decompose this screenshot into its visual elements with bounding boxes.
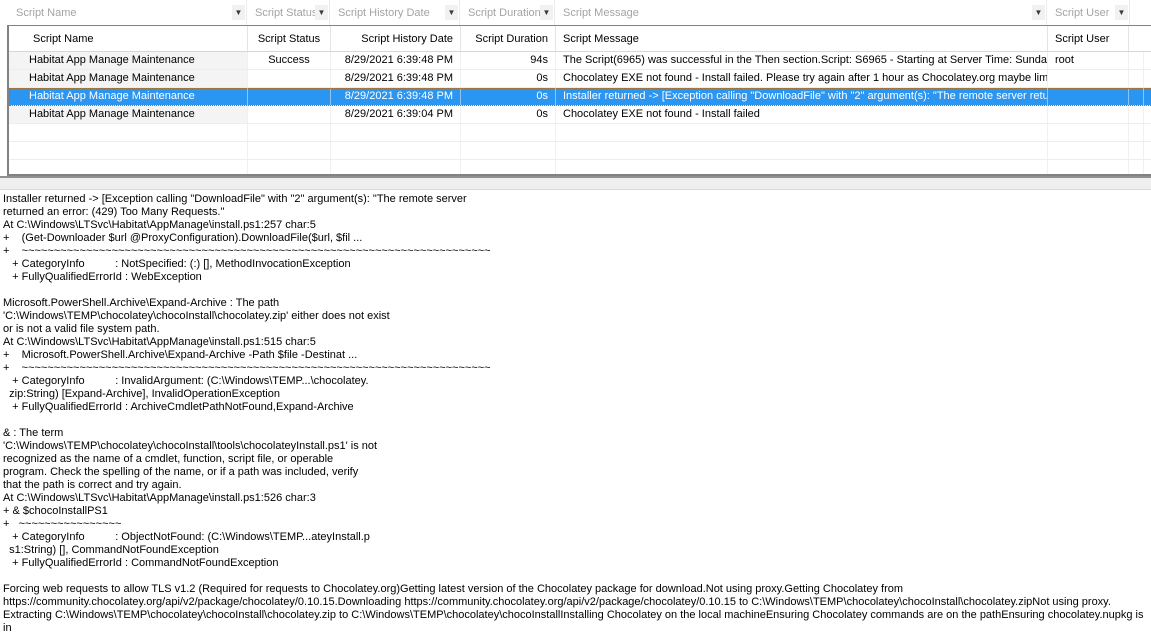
cell-script-name[interactable]: Habitat App Manage Maintenance xyxy=(9,52,248,69)
filter-script-duration[interactable]: Script Duration ▼ xyxy=(460,0,555,25)
chevron-down-icon[interactable]: ▼ xyxy=(540,5,553,20)
chevron-down-icon[interactable]: ▼ xyxy=(445,5,458,20)
cell-script-message[interactable]: Installer returned -> [Exception calling… xyxy=(556,88,1048,105)
cell-script-status[interactable] xyxy=(248,70,331,87)
column-header-script-message[interactable]: Script Message xyxy=(556,26,1048,51)
script-message-detail-pane[interactable]: Installer returned -> [Exception calling… xyxy=(0,190,1151,634)
cell-filler xyxy=(1129,70,1144,87)
chevron-down-icon[interactable]: ▼ xyxy=(232,5,245,20)
cell-script-message[interactable]: The Script(6965) was successful in the T… xyxy=(556,52,1048,69)
cell-script-duration[interactable]: 94s xyxy=(461,52,556,69)
cell-script-user[interactable] xyxy=(1048,106,1129,123)
script-history-grid: Script Name Script Status Script History… xyxy=(7,25,1151,176)
cell-script-name[interactable]: Habitat App Manage Maintenance xyxy=(9,106,248,123)
column-header-script-name[interactable]: Script Name xyxy=(9,26,248,51)
filter-label: Script Duration xyxy=(468,7,540,19)
cell-history-date[interactable]: 8/29/2021 6:39:48 PM xyxy=(331,88,461,105)
cell-script-duration[interactable]: 0s xyxy=(461,70,556,87)
chevron-down-icon[interactable]: ▼ xyxy=(315,5,328,20)
cell-history-date[interactable]: 8/29/2021 6:39:04 PM xyxy=(331,106,461,123)
cell-script-user[interactable] xyxy=(1048,88,1129,105)
filter-script-name[interactable]: Script Name ▼ xyxy=(8,0,247,25)
filter-label: Script Name xyxy=(16,7,77,19)
grid-header-row: Script Name Script Status Script History… xyxy=(9,26,1151,52)
filter-bar-spacer xyxy=(0,0,8,25)
filter-label: Script History Date xyxy=(338,7,430,19)
filter-label: Script Message xyxy=(563,7,639,19)
table-row-empty xyxy=(9,160,1151,176)
chevron-down-icon[interactable]: ▼ xyxy=(1115,5,1128,20)
table-row[interactable]: Habitat App Manage Maintenance Success 8… xyxy=(9,52,1151,70)
cell-history-date[interactable]: 8/29/2021 6:39:48 PM xyxy=(331,70,461,87)
cell-script-message[interactable]: Chocolatey EXE not found - Install faile… xyxy=(556,106,1048,123)
column-header-script-history-date[interactable]: Script History Date xyxy=(331,26,461,51)
filter-script-message[interactable]: Script Message ▼ xyxy=(555,0,1047,25)
cell-filler xyxy=(1129,106,1144,123)
filter-script-history-date[interactable]: Script History Date ▼ xyxy=(330,0,460,25)
table-row[interactable]: Habitat App Manage Maintenance 8/29/2021… xyxy=(9,70,1151,88)
cell-script-status[interactable] xyxy=(248,106,331,123)
cell-script-duration[interactable]: 0s xyxy=(461,88,556,105)
cell-script-name[interactable]: Habitat App Manage Maintenance xyxy=(9,88,248,105)
cell-script-user[interactable]: root xyxy=(1048,52,1129,69)
cell-history-date[interactable]: 8/29/2021 6:39:48 PM xyxy=(331,52,461,69)
filter-label: Script User xyxy=(1055,7,1109,19)
cell-script-duration[interactable]: 0s xyxy=(461,106,556,123)
cell-script-status[interactable]: Success xyxy=(248,52,331,69)
column-header-script-duration[interactable]: Script Duration xyxy=(461,26,556,51)
column-header-script-status[interactable]: Script Status xyxy=(248,26,331,51)
table-row[interactable]: Habitat App Manage Maintenance 8/29/2021… xyxy=(9,106,1151,124)
grid-detail-splitter[interactable] xyxy=(0,176,1151,190)
chevron-down-icon[interactable]: ▼ xyxy=(1032,5,1045,20)
filter-label: Script Status xyxy=(255,7,315,19)
filter-script-user[interactable]: Script User ▼ xyxy=(1047,0,1130,25)
column-header-script-user[interactable]: Script User xyxy=(1048,26,1129,51)
cell-script-user[interactable] xyxy=(1048,70,1129,87)
filter-script-status[interactable]: Script Status ▼ xyxy=(247,0,330,25)
table-row-empty xyxy=(9,142,1151,160)
table-row-selected[interactable]: Habitat App Manage Maintenance 8/29/2021… xyxy=(9,88,1151,106)
cell-script-name[interactable]: Habitat App Manage Maintenance xyxy=(9,70,248,87)
cell-filler xyxy=(1129,52,1144,69)
cell-filler xyxy=(1129,88,1144,105)
column-filter-bar: Script Name ▼ Script Status ▼ Script His… xyxy=(0,0,1151,25)
table-row-empty xyxy=(9,124,1151,142)
column-header-filler xyxy=(1129,26,1151,51)
cell-script-message[interactable]: Chocolatey EXE not found - Install faile… xyxy=(556,70,1048,87)
cell-script-status[interactable] xyxy=(248,88,331,105)
